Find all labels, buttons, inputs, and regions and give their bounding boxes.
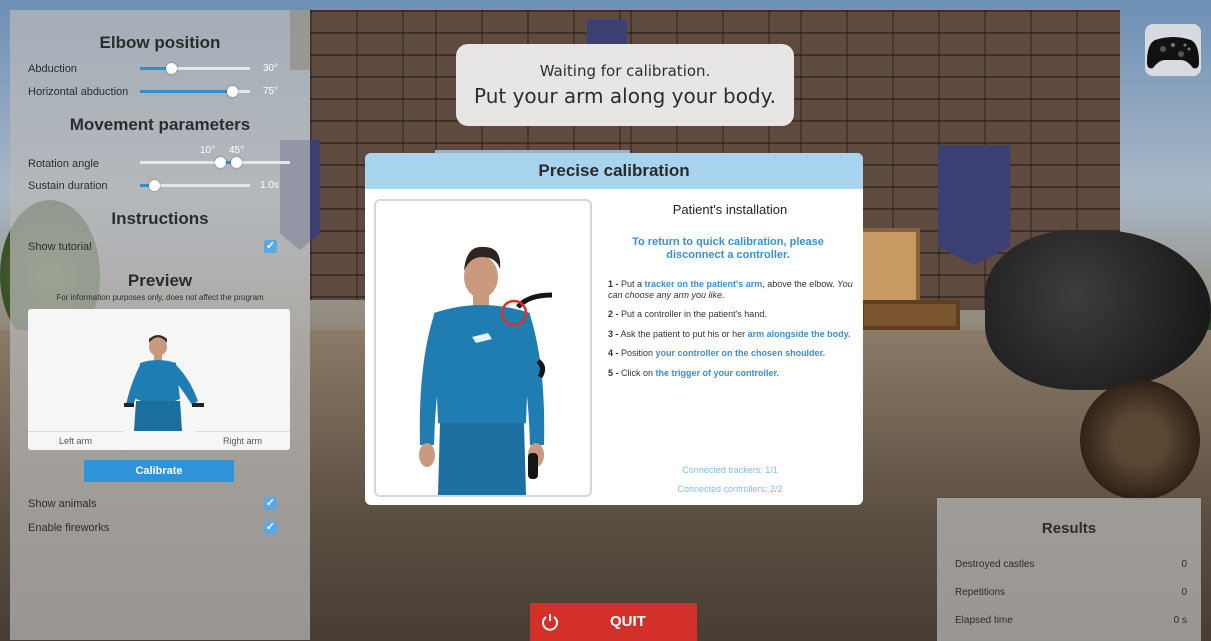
result-label: Destroyed castles [955,559,1035,570]
cannon-wheel [1080,380,1200,500]
power-icon [542,614,558,631]
repetitions-row: Repetitions 0 [955,587,1187,598]
cannon [985,230,1211,390]
message-line-2: Put your arm along your body. [474,84,776,108]
right-arm-button[interactable]: Right arm [195,431,290,449]
settings-panel: Elbow position Abduction 30° Horizontal … [10,10,310,640]
return-to-quick-calibration-note: To return to quick calibration, please d… [632,236,824,261]
result-value: 0 [1181,559,1187,570]
preview-heading: Preview [127,271,193,290]
rotation-max-value: 45° [229,145,245,156]
preview-box: Left arm Right arm [28,309,290,450]
movement-parameters-heading: Movement parameters [69,115,251,134]
message-line-1: Waiting for calibration. [539,62,711,80]
step-item: 4 - Position your controller on the chos… [608,348,826,358]
result-label: Elapsed time [955,615,1013,626]
rotation-min-value: 10° [200,145,216,156]
rotation-angle-label: Rotation angle [28,158,99,170]
result-value: 0 s [1173,615,1187,626]
results-panel: Results Destroyed castles 0 Repetitions … [937,498,1201,641]
dialog-title: Precise calibration [365,153,863,189]
result-value: 0 [1181,587,1187,598]
instructions-heading: Instructions [111,209,209,228]
step-item: 5 - Click on the trigger of your control… [608,367,780,378]
slider-knob[interactable] [227,86,238,97]
installation-steps: 1 - Put a tracker on the patient's arm, … [608,279,858,387]
show-animals-label: Show animals [28,498,97,510]
enable-fireworks-checkbox[interactable]: ✓ [264,521,277,534]
step-item: 2 - Put a controller in the patient's ha… [608,309,767,319]
sustain-duration-value: 1.0s [260,180,279,191]
horizontal-abduction-label: Horizontal abduction [28,86,129,98]
quit-button[interactable]: QUIT [530,603,697,641]
patient-figure [419,246,553,495]
quit-label: QUIT [610,613,646,630]
destroyed-castles-row: Destroyed castles 0 [955,559,1187,570]
abduction-value: 30° [263,63,279,74]
show-tutorial-checkbox[interactable]: ✓ [264,240,277,253]
step-item: 1 - Put a tracker on the patient's arm, … [608,279,853,300]
slider-knob[interactable] [149,180,160,191]
wooden-crate [860,300,960,330]
results-heading: Results [1041,520,1097,537]
connected-trackers-status: Connected trackers: 1/1 [682,465,778,475]
installation-heading: Patient's installation [672,202,788,217]
left-arm-button[interactable]: Left arm [28,431,123,449]
avatar-preview-figure [124,335,204,431]
precise-calibration-dialog: Precise calibration Patient's installati… [365,153,863,505]
slider-knob-min[interactable] [215,157,226,168]
connected-controllers-status: Connected controllers: 2/2 [677,484,783,494]
slider-knob-max[interactable] [231,157,242,168]
controller-button[interactable] [1145,24,1201,76]
show-animals-checkbox[interactable]: ✓ [264,497,277,510]
calibrate-button[interactable]: Calibrate [84,460,234,482]
castle-banner [938,145,1010,265]
step-item: 3 - Ask the patient to put his or her ar… [608,328,851,339]
calibration-status-message: Waiting for calibration. Put your arm al… [456,44,794,126]
result-label: Repetitions [955,587,1006,598]
elbow-position-heading: Elbow position [99,33,221,52]
horizontal-abduction-value: 75° [263,86,279,97]
show-tutorial-label: Show tutorial [28,241,92,253]
preview-note: For information purposes only, does not … [56,293,264,302]
slider-knob[interactable] [166,63,177,74]
gamepad-icon [1147,37,1199,69]
enable-fireworks-label: Enable fireworks [28,522,110,534]
patient-illustration [374,199,592,497]
sustain-duration-label: Sustain duration [28,180,108,192]
abduction-label: Abduction [28,63,77,75]
elapsed-time-row: Elapsed time 0 s [955,615,1187,626]
